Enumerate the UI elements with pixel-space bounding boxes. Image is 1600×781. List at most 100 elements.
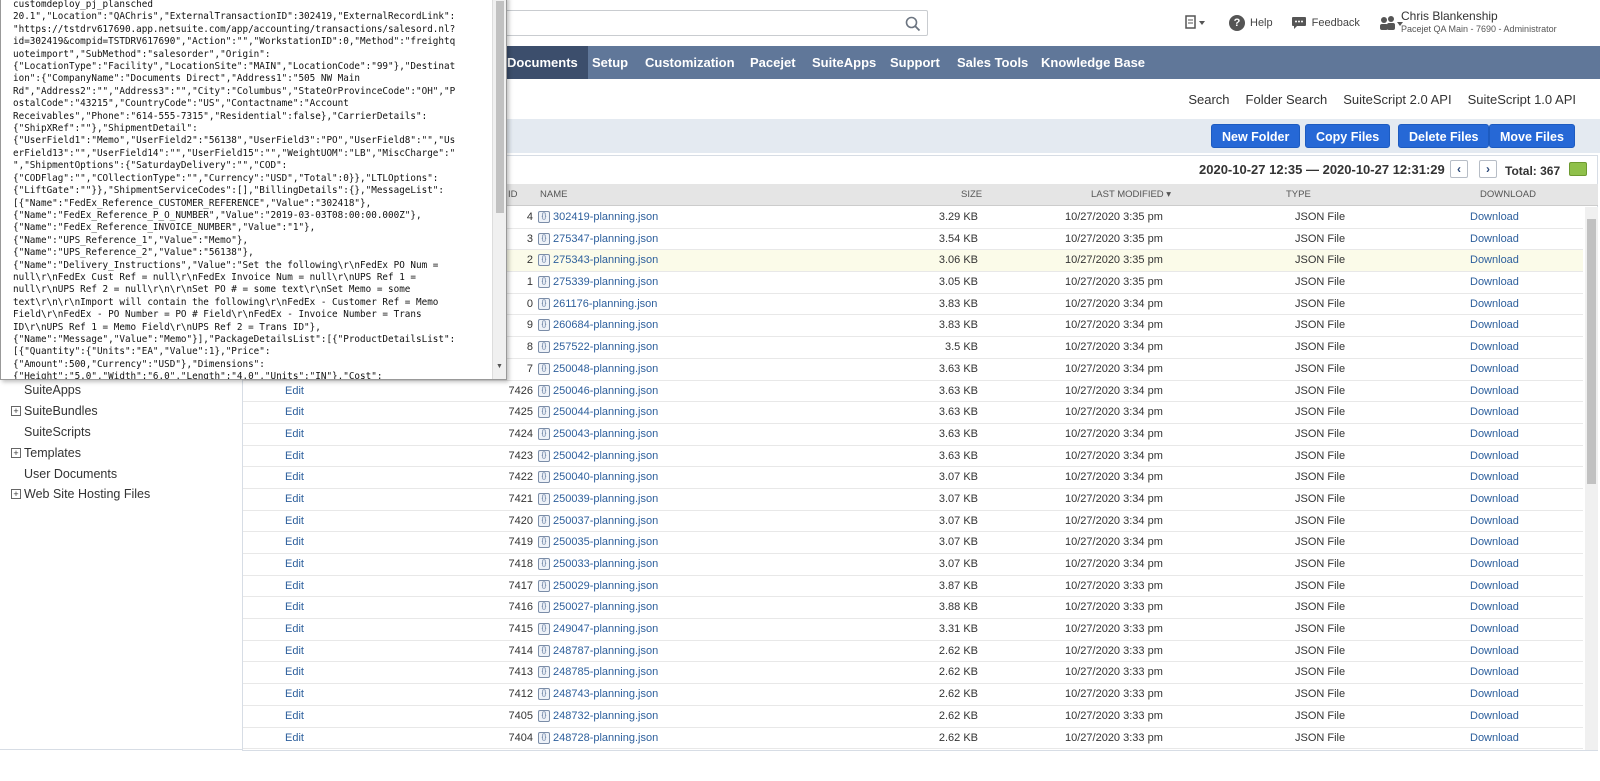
edit-link[interactable]: Edit — [285, 536, 304, 548]
edit-link[interactable]: Edit — [285, 666, 304, 678]
file-name-link[interactable]: {} 248785-planning.json — [538, 666, 658, 679]
file-name-link[interactable]: {} 250027-planning.json — [538, 601, 658, 614]
nav-pacejet[interactable]: Pacejet — [740, 46, 806, 79]
file-name-link[interactable]: {} 250044-planning.json — [538, 406, 658, 419]
nav-documents[interactable]: Documents — [497, 46, 588, 79]
file-name-link[interactable]: {} 250035-planning.json — [538, 536, 658, 549]
file-name-link[interactable]: {} 250040-planning.json — [538, 471, 658, 484]
download-link[interactable]: Download — [1470, 623, 1519, 635]
col-last-modified[interactable]: LAST MODIFIED ▾ — [1091, 189, 1171, 200]
popup-scrollbar-thumb[interactable] — [496, 1, 504, 213]
suitescript-1-api-link[interactable]: SuiteScript 1.0 API — [1468, 92, 1576, 107]
nav-setup[interactable]: Setup — [582, 46, 638, 79]
download-link[interactable]: Download — [1470, 363, 1519, 375]
edit-link[interactable]: Edit — [285, 623, 304, 635]
download-link[interactable]: Download — [1470, 732, 1519, 744]
help-link[interactable]: ? Help — [1229, 15, 1273, 31]
file-name-link[interactable]: {} 257522-planning.json — [538, 341, 658, 354]
file-name-link[interactable]: {} 260684-planning.json — [538, 319, 658, 332]
file-name-link[interactable]: {} 275339-planning.json — [538, 276, 658, 289]
download-link[interactable]: Download — [1470, 688, 1519, 700]
edit-link[interactable]: Edit — [285, 710, 304, 722]
file-name-link[interactable]: {} 275347-planning.json — [538, 232, 658, 245]
table-scrollbar[interactable] — [1585, 207, 1598, 750]
download-link[interactable]: Download — [1470, 515, 1519, 527]
nav-sales-tools[interactable]: Sales Tools — [947, 46, 1038, 79]
download-link[interactable]: Download — [1470, 341, 1519, 353]
file-name-link[interactable]: {} 250048-planning.json — [538, 362, 658, 375]
edit-link[interactable]: Edit — [285, 688, 304, 700]
user-menu[interactable]: Chris Blankenship Pacejet QA Main - 7690… — [1401, 9, 1557, 34]
download-link[interactable]: Download — [1470, 385, 1519, 397]
download-link[interactable]: Download — [1470, 601, 1519, 613]
move-files-button[interactable]: Move Files — [1489, 124, 1575, 148]
nav-knowledge-base[interactable]: Knowledge Base — [1031, 46, 1155, 79]
download-link[interactable]: Download — [1470, 645, 1519, 657]
edit-link[interactable]: Edit — [285, 515, 304, 527]
scroll-down-icon[interactable]: ▼ — [496, 363, 503, 370]
file-name-link[interactable]: {} 250039-planning.json — [538, 492, 658, 505]
file-name-link[interactable]: {} 250046-planning.json — [538, 384, 658, 397]
prev-page-button[interactable]: ‹ — [1450, 160, 1468, 178]
file-name-link[interactable]: {} 248728-planning.json — [538, 731, 658, 744]
edit-link[interactable]: Edit — [285, 406, 304, 418]
edit-link[interactable]: Edit — [285, 428, 304, 440]
download-link[interactable]: Download — [1470, 319, 1519, 331]
feedback-link[interactable]: Feedback — [1291, 16, 1360, 30]
file-name-link[interactable]: {} 250037-planning.json — [538, 514, 658, 527]
delete-files-button[interactable]: Delete Files — [1398, 124, 1490, 148]
download-link[interactable]: Download — [1470, 471, 1519, 483]
search-icon[interactable] — [903, 14, 923, 34]
download-link[interactable]: Download — [1470, 254, 1519, 266]
col-id[interactable]: ID — [508, 189, 518, 200]
expand-icon[interactable]: + — [11, 489, 21, 499]
nav-support[interactable]: Support — [880, 46, 950, 79]
next-page-button[interactable]: › — [1479, 160, 1497, 178]
file-name-link[interactable]: {} 250033-planning.json — [538, 558, 658, 570]
col-type[interactable]: TYPE — [1286, 189, 1311, 200]
popup-scrollbar[interactable]: ▼ — [492, 0, 506, 379]
copy-files-button[interactable]: Copy Files — [1305, 124, 1391, 148]
file-preview-popup[interactable]: customdeploy_pj_plansched 20.1","Locatio… — [0, 0, 507, 380]
download-link[interactable]: Download — [1470, 666, 1519, 678]
file-name-link[interactable]: {} 249047-planning.json — [538, 623, 658, 636]
edit-link[interactable]: Edit — [285, 580, 304, 592]
download-link[interactable]: Download — [1470, 536, 1519, 548]
sidebar-item-web-site-hosting-files[interactable]: + Web Site Hosting Files — [11, 487, 150, 501]
folder-search-link[interactable]: Folder Search — [1246, 92, 1328, 107]
table-scrollbar-thumb[interactable] — [1587, 219, 1596, 484]
download-link[interactable]: Download — [1470, 558, 1519, 570]
file-name-link[interactable]: {} 250029-planning.json — [538, 579, 658, 592]
global-search-input[interactable] — [470, 10, 928, 36]
download-link[interactable]: Download — [1470, 211, 1519, 223]
export-icon[interactable] — [1569, 162, 1587, 176]
edit-link[interactable]: Edit — [285, 385, 304, 397]
download-link[interactable]: Download — [1470, 406, 1519, 418]
download-link[interactable]: Download — [1470, 276, 1519, 288]
edit-link[interactable]: Edit — [285, 450, 304, 462]
download-link[interactable]: Download — [1470, 710, 1519, 722]
expand-icon[interactable]: + — [11, 406, 21, 416]
file-name-link[interactable]: {} 275343-planning.json — [538, 254, 658, 267]
download-link[interactable]: Download — [1470, 450, 1519, 462]
sidebar-item-suitebundles[interactable]: + SuiteBundles — [11, 404, 98, 418]
suitescript-2-api-link[interactable]: SuiteScript 2.0 API — [1343, 92, 1451, 107]
file-name-link[interactable]: {} 248743-planning.json — [538, 688, 658, 701]
nav-customization[interactable]: Customization — [635, 46, 745, 79]
recent-records-icon[interactable] — [1183, 14, 1209, 32]
new-folder-button[interactable]: New Folder — [1211, 124, 1301, 148]
edit-link[interactable]: Edit — [285, 558, 304, 570]
edit-link[interactable]: Edit — [285, 645, 304, 657]
col-size[interactable]: SIZE — [961, 189, 982, 200]
col-download[interactable]: DOWNLOAD — [1480, 189, 1536, 200]
file-name-link[interactable]: {} 302419-planning.json — [538, 211, 658, 223]
sidebar-item-templates[interactable]: + Templates — [11, 446, 81, 460]
file-name-link[interactable]: {} 248787-planning.json — [538, 644, 658, 657]
expand-icon[interactable]: + — [11, 448, 21, 458]
sidebar-item-user-documents[interactable]: User Documents — [11, 467, 117, 481]
download-link[interactable]: Download — [1470, 298, 1519, 310]
file-name-link[interactable]: {} 261176-planning.json — [538, 297, 657, 310]
download-link[interactable]: Download — [1470, 580, 1519, 592]
search-link[interactable]: Search — [1188, 92, 1229, 107]
download-link[interactable]: Download — [1470, 428, 1519, 440]
